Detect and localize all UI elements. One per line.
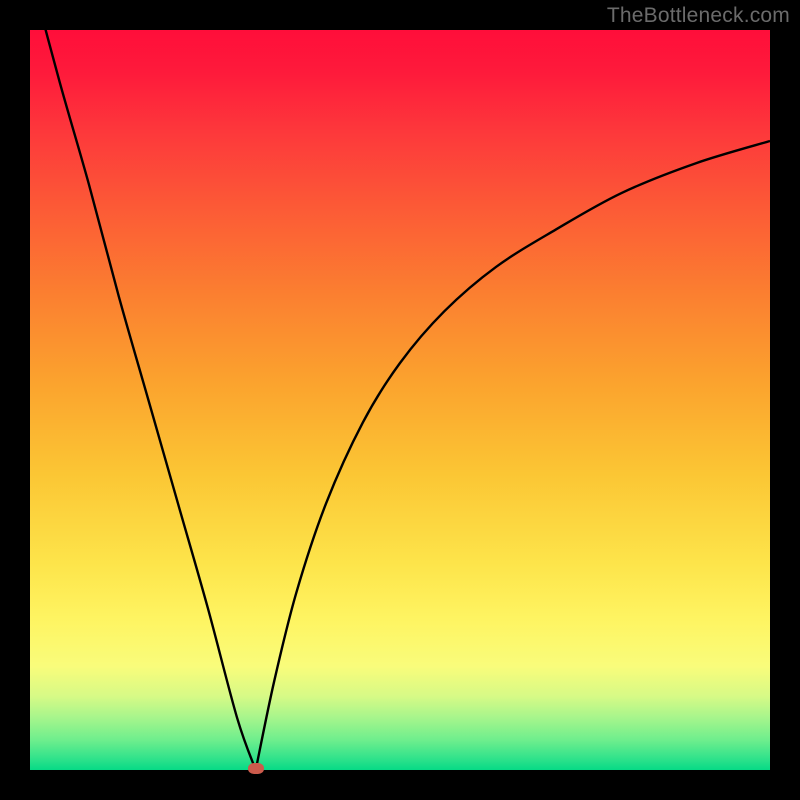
plot-area: [30, 30, 770, 770]
bottleneck-curve: [30, 30, 770, 770]
chart-frame: TheBottleneck.com: [0, 0, 800, 800]
curve-left-branch: [30, 0, 256, 770]
watermark-text: TheBottleneck.com: [607, 4, 790, 28]
bottleneck-minimum-marker: [248, 763, 264, 774]
curve-right-branch: [256, 141, 770, 770]
